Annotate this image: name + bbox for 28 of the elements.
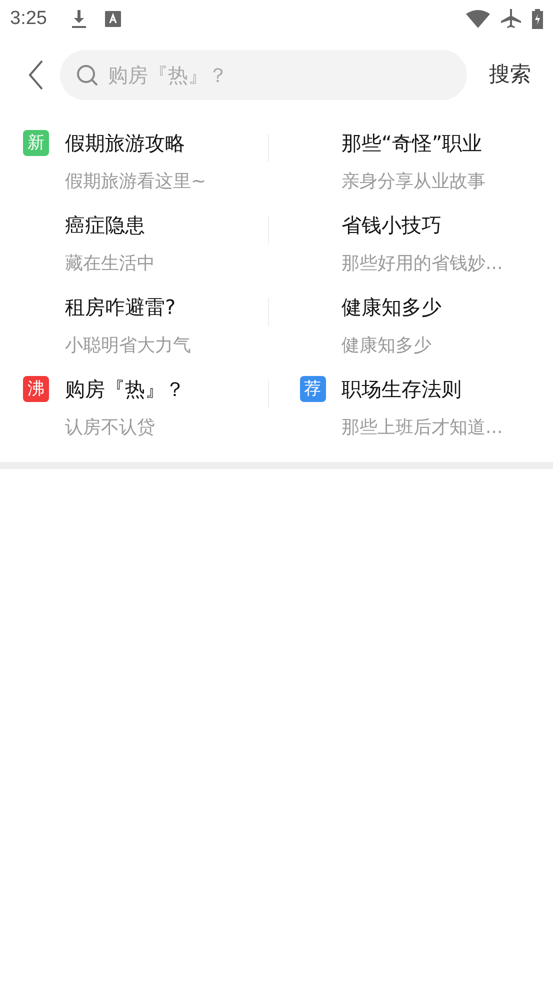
battery-icon xyxy=(532,9,543,29)
topic-title[interactable]: 购房『热』？ xyxy=(65,376,185,402)
topic-badge: 荐 xyxy=(300,376,326,402)
topic-badge: 沸 xyxy=(23,376,49,402)
topic-title[interactable]: 省钱小技巧 xyxy=(342,212,442,238)
topic-subtitle: 健康知多少 xyxy=(342,334,432,358)
back-icon[interactable] xyxy=(28,60,44,90)
keyboard-icon xyxy=(104,11,121,27)
download-icon xyxy=(70,9,87,29)
topic-title[interactable]: 那些“奇怪”职业 xyxy=(342,130,482,156)
topic-subtitle: 认房不认贷 xyxy=(65,416,156,440)
search-button[interactable]: 搜索 xyxy=(485,59,535,91)
airplane-icon xyxy=(500,8,522,30)
topic-title[interactable]: 健康知多少 xyxy=(342,294,442,320)
topic-subtitle: 那些上班后才知道... xyxy=(342,416,504,440)
search-field[interactable]: 购房『热』？ xyxy=(60,50,467,100)
topic-title[interactable]: 职场生存法则 xyxy=(342,376,462,402)
topic-badge: 新 xyxy=(23,130,49,156)
wifi-icon xyxy=(466,10,490,28)
topic-subtitle: 小聪明省大力气 xyxy=(65,334,192,358)
topic-subtitle: 藏在生活中 xyxy=(65,252,156,276)
topic-title[interactable]: 假期旅游攻略 xyxy=(65,130,185,156)
topic-subtitle: 亲身分享从业故事 xyxy=(342,170,486,194)
topic-subtitle: 假期旅游看这里~ xyxy=(65,170,208,194)
topic-title[interactable]: 癌症隐患 xyxy=(65,212,145,238)
topic-title[interactable]: 租房咋避雷? xyxy=(65,294,176,320)
status-time: 3:25 xyxy=(10,6,47,31)
topic-subtitle: 那些好用的省钱妙... xyxy=(342,252,504,276)
